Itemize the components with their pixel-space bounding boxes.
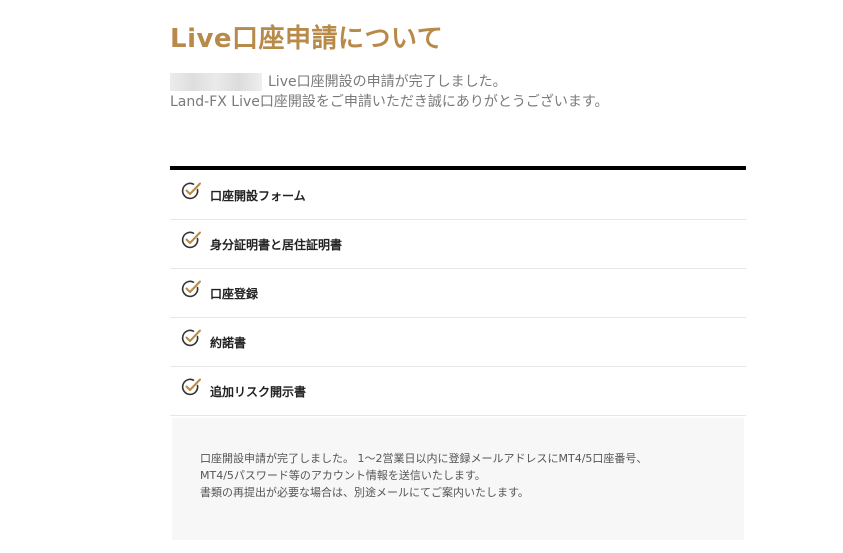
step-label: 口座開設フォーム	[210, 188, 306, 203]
completion-notice-box: 口座開設申請が完了しました。 1～2営業日以内に登録メールアドレスにMT4/5口…	[172, 418, 744, 540]
page-title: Live口座申請について	[170, 24, 444, 54]
intro-line-2: Land-FX Live口座開設をご申請いただき誠にありがとうございます。	[170, 94, 609, 110]
check-circle-icon	[181, 182, 201, 199]
step-label: 約諾書	[210, 336, 247, 350]
step-item-risk-disclosure: 追加リスク開示書	[170, 367, 746, 416]
notice-line-2: MT4/5パスワード等のアカウント情報を送信いたします。	[200, 469, 486, 482]
intro-line-1: Live口座開設の申請が完了しました。	[268, 74, 507, 90]
check-circle-icon	[181, 231, 201, 249]
notice-line-1: 口座開設申請が完了しました。 1～2営業日以内に登録メールアドレスにMT4/5口…	[200, 452, 648, 465]
check-circle-icon	[181, 378, 201, 396]
intro-text: Live口座開設の申請が完了しました。 Land-FX Live口座開設をご申請…	[170, 72, 608, 112]
notice-line-3: 書類の再提出が必要な場合は、別途メールにてご案内いたします。	[200, 486, 529, 499]
intro-line-1-row: Live口座開設の申請が完了しました。	[170, 72, 608, 92]
step-label: 口座登録	[210, 287, 259, 301]
step-item-agreement: 約諾書	[170, 318, 746, 367]
step-item-identity-documents: 身分証明書と居住証明書	[170, 220, 746, 269]
step-item-account-registration: 口座登録	[170, 269, 746, 318]
step-item-application-form: 口座開設フォーム	[170, 170, 746, 220]
step-label: 追加リスク開示書	[210, 385, 307, 399]
check-circle-icon	[181, 329, 201, 347]
page: Live口座申請について Live口座開設の申請が完了しました。 Land-FX…	[0, 0, 843, 553]
redacted-user-name	[170, 73, 262, 91]
check-circle-icon	[181, 280, 201, 298]
completed-steps-list: 口座開設フォーム 身分証明書と居住証明書 口座登録 約諾書 追加リスク開示書	[170, 166, 746, 416]
step-label: 身分証明書と居住証明書	[210, 238, 343, 252]
